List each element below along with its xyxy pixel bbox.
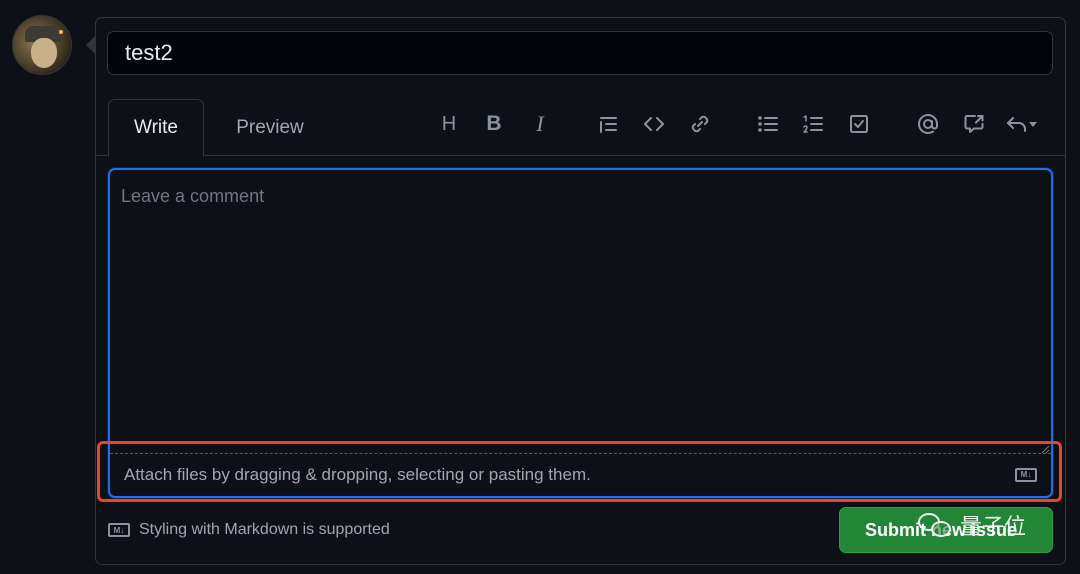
- watermark-text: 量子位: [960, 515, 1027, 540]
- markdown-icon: M↓: [1015, 468, 1037, 482]
- attach-files-bar[interactable]: Attach files by dragging & dropping, sel…: [110, 453, 1051, 496]
- code-icon[interactable]: [640, 110, 668, 138]
- tab-write[interactable]: Write: [108, 99, 204, 157]
- quote-icon[interactable]: [594, 110, 622, 138]
- box-caret-border: [86, 36, 95, 54]
- comment-box: Write Preview H B I: [95, 17, 1066, 565]
- issue-title-input[interactable]: [107, 31, 1053, 75]
- reference-icon[interactable]: [960, 110, 988, 138]
- markdown-note-text: Styling with Markdown is supported: [139, 521, 390, 538]
- avatar[interactable]: [12, 15, 72, 75]
- unordered-list-icon[interactable]: [754, 110, 782, 138]
- italic-icon[interactable]: I: [526, 110, 554, 138]
- markdown-badge-icon: M↓: [108, 523, 130, 537]
- tab-bar: Write Preview H B I: [96, 98, 1065, 157]
- issue-composer: Write Preview H B I: [0, 0, 1080, 574]
- saved-replies-icon[interactable]: [1006, 110, 1050, 138]
- ordered-list-icon[interactable]: [799, 110, 827, 138]
- chevron-down-icon: [1029, 122, 1037, 127]
- heading-glyph: H: [441, 112, 457, 135]
- mention-icon[interactable]: [914, 110, 942, 138]
- avatar-face: [31, 38, 57, 68]
- italic-glyph: I: [536, 111, 544, 136]
- markdown-note[interactable]: M↓ Styling with Markdown is supported: [108, 519, 390, 541]
- link-icon[interactable]: [686, 110, 714, 138]
- attach-files-text: Attach files by dragging & dropping, sel…: [124, 465, 591, 484]
- bold-icon[interactable]: B: [480, 110, 508, 138]
- comment-textarea[interactable]: [110, 170, 1051, 453]
- avatar-spark: [59, 30, 63, 34]
- heading-icon[interactable]: H: [435, 110, 463, 138]
- comment-field: Attach files by dragging & dropping, sel…: [108, 168, 1053, 498]
- tab-preview[interactable]: Preview: [218, 99, 322, 157]
- wechat-logo-icon: [918, 511, 952, 539]
- task-list-icon[interactable]: [845, 110, 873, 138]
- bold-glyph: B: [486, 112, 502, 135]
- watermark: 量子位: [918, 507, 1026, 543]
